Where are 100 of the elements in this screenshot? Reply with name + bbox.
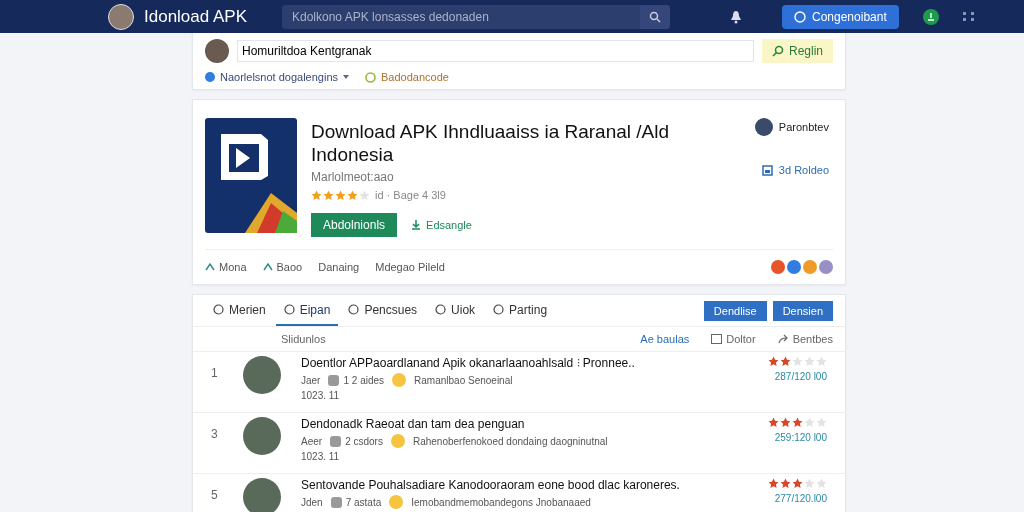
save-icon <box>761 164 773 176</box>
circle-icon <box>435 304 447 315</box>
circle-icon <box>283 304 295 315</box>
info-link[interactable]: Baoo <box>262 261 303 273</box>
review-title[interactable]: Dendonadk Raeoat dan tam dea penguan <box>301 417 748 431</box>
avatar <box>205 39 229 63</box>
sort-link[interactable]: Ae baulas <box>640 333 690 345</box>
review-score: 277/120.l00 <box>774 493 827 504</box>
circle-icon <box>365 71 377 83</box>
author-name: Jden <box>301 496 323 508</box>
star-icon <box>359 189 370 201</box>
grid-icon[interactable] <box>962 11 975 22</box>
avatar <box>243 356 281 394</box>
star-icon <box>816 356 827 367</box>
rating-text: id · Bage 4 3l9 <box>375 189 446 201</box>
filter-tag[interactable]: Badodancode <box>365 71 449 83</box>
bell-icon[interactable] <box>730 9 742 24</box>
action-button[interactable]: Dendlise <box>703 300 767 321</box>
tab[interactable]: Pencsues <box>340 295 426 326</box>
star-icon <box>816 417 827 428</box>
share-icon <box>777 334 789 344</box>
star-icon <box>311 189 322 201</box>
circle-icon <box>213 304 224 315</box>
star-icon <box>347 189 358 201</box>
comment-icon <box>330 496 342 508</box>
comment-count: 1 2 aides <box>328 374 385 386</box>
circle-icon <box>348 304 360 315</box>
review-score: 259:120 l00 <box>774 432 827 443</box>
row-number: 3 <box>211 426 219 443</box>
avatar <box>108 3 134 30</box>
info-link[interactable]: Mona <box>205 261 247 273</box>
action-button[interactable]: Densien <box>772 300 833 321</box>
review-count: Slidunlos <box>281 333 326 345</box>
star-icon <box>792 356 803 367</box>
search-icon <box>649 10 661 23</box>
star-icon <box>768 417 779 428</box>
avatar <box>243 417 281 455</box>
review-meta: Rahenoberfenokoed dondaing daogninutnal <box>412 435 608 447</box>
circle-icon <box>794 10 806 23</box>
comment-icon <box>330 435 342 447</box>
comment-count: 7 astata <box>330 496 382 508</box>
save-link[interactable]: 3d Roldeo <box>761 164 829 176</box>
review-meta: Ramanlbao Senoeinal <box>414 374 513 386</box>
tab[interactable]: Parting <box>485 295 556 326</box>
info-link[interactable]: Danaing <box>318 261 360 273</box>
square-icon <box>711 334 723 344</box>
review-meta: Iemobandmemobandegons Jnobanaaed <box>411 496 591 508</box>
comment-count: 2 csdors <box>330 435 383 447</box>
search-icon <box>771 45 784 57</box>
chevron-icon <box>262 262 273 272</box>
developer-name: Marlolmeot:aao <box>311 170 395 184</box>
download-icon <box>411 220 422 230</box>
circle-icon <box>493 304 505 315</box>
tab[interactable]: Uiok <box>427 295 484 326</box>
app-title: Idonload APK <box>144 6 249 27</box>
filter-link[interactable]: Doltor <box>711 333 756 345</box>
review-score: 287/120 l00 <box>774 371 827 382</box>
star-icon <box>816 478 827 489</box>
author-name: Jaer <box>301 374 321 386</box>
register-button[interactable]: Reglin <box>761 39 833 63</box>
input-field[interactable]: Homuriltdoa Kentgranak <box>237 40 754 62</box>
search-button[interactable] <box>640 4 670 29</box>
star-icon <box>804 356 815 367</box>
emoji-icon <box>390 434 405 448</box>
tab[interactable]: Eipan <box>275 295 339 326</box>
search-field[interactable]: Kdolkono APK lonsasses dedonaden <box>282 4 642 29</box>
star-icon <box>780 478 791 489</box>
star-icon <box>335 189 346 201</box>
star-icon <box>780 417 791 428</box>
tab[interactable]: Merien <box>205 295 274 326</box>
app-logo-icon <box>205 118 297 233</box>
star-icon <box>792 478 803 489</box>
caret-icon <box>343 75 350 79</box>
review-date: 1023. 11 <box>301 451 341 462</box>
emoji-icon <box>389 495 404 509</box>
review-title[interactable]: Doentlor APPaoardlanand Apik okanarlaanoahlsald ⫶ Pronnee.. <box>301 356 748 370</box>
review-date: 1023. 11 <box>301 390 341 401</box>
star-icon <box>768 478 779 489</box>
share-link[interactable]: Bentbes <box>777 333 833 345</box>
star-icon <box>804 417 815 428</box>
comment-icon <box>328 374 340 386</box>
author-name: Aeer <box>301 435 323 447</box>
review-title[interactable]: Sentovande Pouhalsadiare Kanodooraoram eone bood dlac karoneres. <box>301 478 748 492</box>
star-icon <box>323 189 334 201</box>
app-title: Download APK Ihndluaaiss ia Raranal /Ald Indonesia <box>311 120 671 166</box>
share-link[interactable]: Edsangle <box>411 219 472 231</box>
author-link[interactable]: Paronbtev <box>754 118 829 136</box>
row-number: 1 <box>211 365 219 382</box>
status-icon[interactable] <box>922 8 939 25</box>
star-icon <box>768 356 779 367</box>
star-icon <box>780 356 791 367</box>
info-link[interactable]: Mdegao Pileld <box>375 261 445 273</box>
star-icon <box>792 417 803 428</box>
dot-icon <box>205 72 215 82</box>
avatar <box>243 478 281 512</box>
connect-button[interactable]: Congenoibant <box>782 4 899 29</box>
row-number: 5 <box>211 487 219 504</box>
chevron-icon <box>205 262 215 272</box>
install-button[interactable]: Abdolnionls <box>311 213 398 237</box>
filter-dropdown[interactable]: Naorlelsnot dogalengins <box>205 71 350 83</box>
